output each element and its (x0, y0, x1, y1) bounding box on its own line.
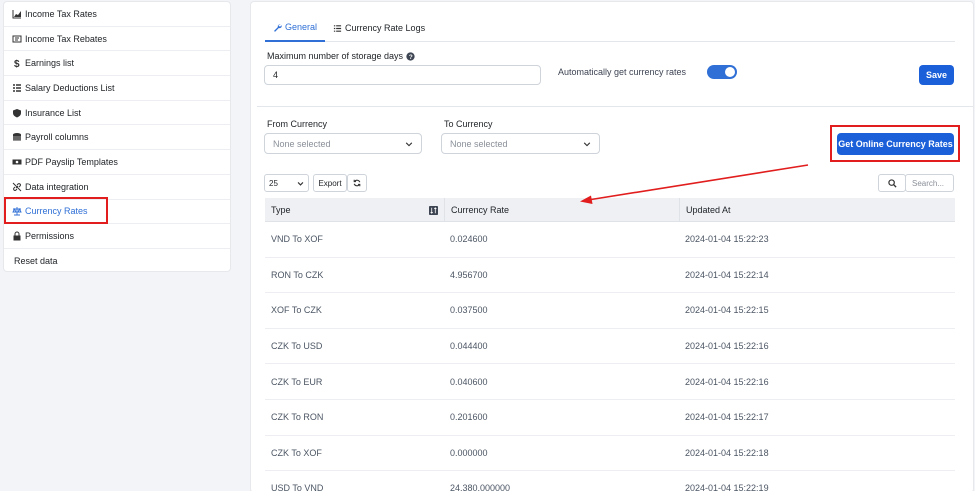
annotation-arrow (580, 164, 809, 204)
